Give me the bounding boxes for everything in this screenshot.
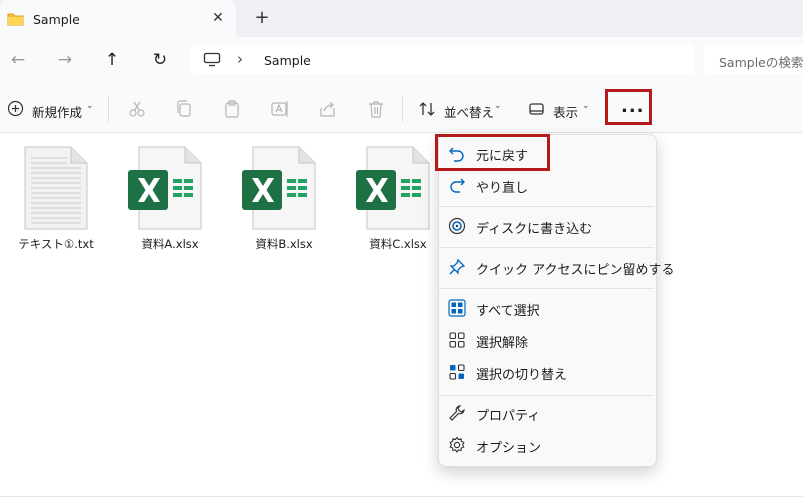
menu-item-redo[interactable]: [440, 170, 653, 200]
menu-divider: [439, 206, 654, 207]
menu-item-select-none[interactable]: [440, 325, 653, 355]
properties-icon: [449, 405, 465, 421]
menu-item-properties[interactable]: [440, 398, 653, 428]
divider: [108, 96, 109, 122]
back-button[interactable]: ←: [3, 45, 33, 75]
computer-icon: [203, 52, 221, 67]
chevron-down-icon: ⌄: [494, 101, 502, 111]
text-file-icon[interactable]: [23, 146, 89, 230]
new-tab-button[interactable]: +: [252, 8, 272, 28]
menu-item-select-all[interactable]: [440, 293, 653, 323]
view-button[interactable]: 表示: [553, 102, 578, 121]
menu-item-label: クイック アクセスにピン留めする: [476, 263, 675, 278]
cut-icon[interactable]: [127, 99, 147, 119]
view-icon: [529, 103, 544, 115]
excel-file-icon[interactable]: [127, 146, 203, 230]
menu-item-options[interactable]: [440, 430, 653, 460]
forward-button[interactable]: →: [50, 45, 80, 75]
chevron-down-icon: ⌄: [86, 101, 94, 111]
breadcrumb-chevron-icon: ›: [237, 50, 243, 68]
copy-icon[interactable]: [174, 99, 194, 119]
paste-icon[interactable]: [222, 99, 242, 119]
tab-title: Sample: [33, 12, 80, 27]
menu-item-label: プロパティ: [476, 409, 541, 424]
menu-item-label: オプション: [476, 441, 542, 456]
menu-item-label: 選択の切り替え: [476, 368, 568, 383]
disc-icon: [448, 217, 466, 235]
divider: [402, 96, 403, 122]
menu-item-label: すべて選択: [476, 304, 540, 319]
select-all-icon: [448, 299, 466, 317]
share-icon[interactable]: [318, 99, 338, 119]
excel-file-icon[interactable]: [355, 146, 431, 230]
pin-icon: [449, 258, 466, 275]
invert-selection-icon: [449, 364, 465, 380]
file-name[interactable]: テキスト①.txt: [6, 236, 106, 252]
menu-divider: [439, 288, 654, 289]
menu-item-label: 選択解除: [476, 336, 529, 351]
select-none-icon: [449, 332, 465, 348]
gear-icon: [449, 436, 465, 453]
new-plus-icon: [7, 100, 24, 117]
chevron-down-icon: ⌄: [582, 101, 590, 111]
breadcrumb-sample[interactable]: Sample: [264, 53, 311, 68]
new-button[interactable]: 新規作成: [32, 102, 82, 121]
file-name[interactable]: 資料C.xlsx: [348, 236, 448, 252]
undo-highlight: [435, 134, 550, 171]
rename-icon[interactable]: [270, 99, 290, 119]
menu-item-label: ディスクに書き込む: [476, 222, 593, 237]
up-button[interactable]: ↑: [97, 45, 127, 75]
menu-item-label: やり直し: [476, 181, 529, 196]
sort-icon: [419, 102, 435, 116]
search-input[interactable]: Sampleの検索: [719, 52, 803, 71]
more-icon: ...: [621, 96, 645, 117]
folder-icon: [7, 13, 24, 26]
tab-close-button[interactable]: ✕: [208, 8, 228, 28]
menu-divider: [439, 395, 654, 396]
excel-file-icon[interactable]: [241, 146, 317, 230]
file-name[interactable]: 資料B.xlsx: [234, 236, 334, 252]
delete-icon[interactable]: [366, 99, 386, 119]
status-divider: [0, 496, 803, 497]
sort-button[interactable]: 並べ替え: [444, 102, 494, 121]
menu-divider: [439, 247, 654, 248]
file-name[interactable]: 資料A.xlsx: [120, 236, 220, 252]
redo-icon: [450, 178, 465, 193]
refresh-button[interactable]: ↻: [145, 45, 175, 75]
